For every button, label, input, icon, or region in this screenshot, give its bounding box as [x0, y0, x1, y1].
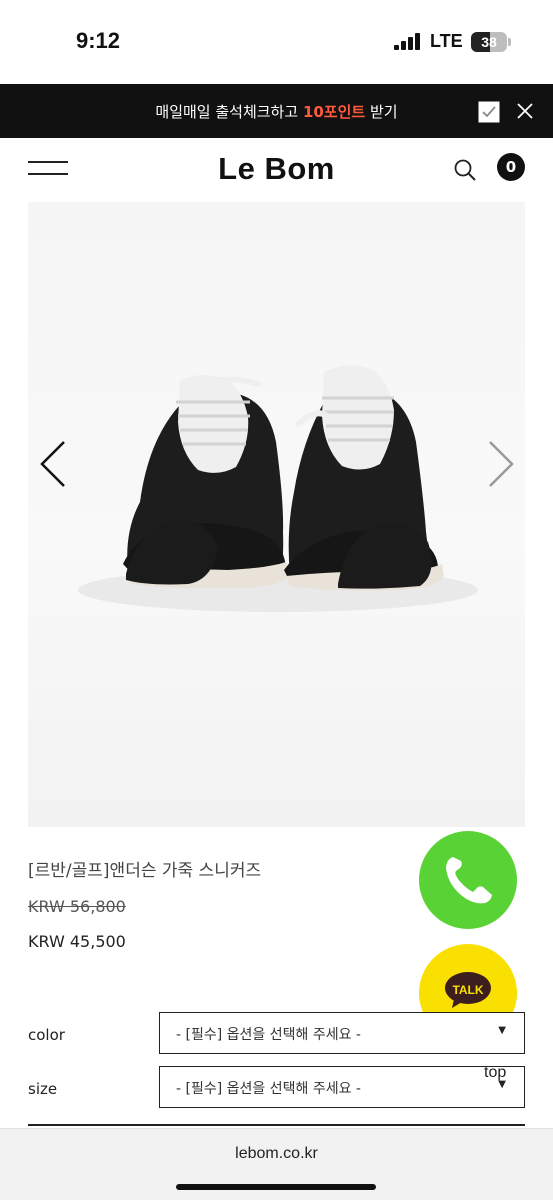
promo-text-after: 받기: [365, 103, 398, 121]
close-icon[interactable]: [515, 101, 535, 121]
battery-icon: 38: [471, 32, 507, 52]
promo-banner[interactable]: 매일매일 출석체크하고 10포인트 받기: [0, 84, 553, 138]
battery-level: 38: [481, 34, 497, 50]
chevron-right-icon[interactable]: [486, 440, 516, 488]
scroll-top-link[interactable]: top: [484, 1064, 506, 1082]
option-label-color: color: [28, 1026, 65, 1044]
signal-icon: [394, 33, 422, 50]
price-original: KRW 56,800: [28, 897, 126, 916]
network-label: LTE: [430, 31, 463, 51]
site-header: Le Bom 0: [0, 138, 553, 200]
search-icon[interactable]: [453, 158, 477, 182]
color-select[interactable]: - [필수] 옵션을 선택해 주세요 - ▼: [159, 1012, 525, 1054]
status-bar: 9:12 LTE 38: [0, 0, 553, 82]
size-select-value: - [필수] 옵션을 선택해 주세요 -: [176, 1081, 361, 1097]
option-label-size: size: [28, 1080, 58, 1098]
product-name: [르반/골프]앤더슨 가죽 스니커즈: [28, 861, 262, 881]
call-button[interactable]: [419, 831, 517, 929]
chevron-down-icon: ▼: [498, 1025, 506, 1036]
promo-highlight: 10포인트: [302, 103, 366, 121]
browser-address-bar[interactable]: lebom.co.kr: [0, 1128, 553, 1200]
cart-count-badge[interactable]: 0: [497, 153, 525, 181]
checkbox-icon[interactable]: [478, 101, 500, 123]
product-image-gallery[interactable]: [28, 202, 525, 827]
url-text[interactable]: lebom.co.kr: [0, 1145, 553, 1163]
price-sale: KRW 45,500: [28, 932, 126, 951]
kakao-talk-label: TALK: [452, 983, 484, 997]
promo-text[interactable]: 매일매일 출석체크하고 10포인트 받기: [0, 101, 553, 122]
size-select[interactable]: - [필수] 옵션을 선택해 주세요 - ▼: [159, 1066, 525, 1108]
phone-icon: [446, 857, 492, 904]
promo-text-before: 매일매일 출석체크하고: [155, 103, 303, 121]
chevron-left-icon[interactable]: [38, 440, 68, 488]
product-image: [78, 365, 478, 612]
status-time: 9:12: [76, 28, 121, 53]
divider: [28, 1124, 525, 1126]
color-select-value: - [필수] 옵션을 선택해 주세요 -: [176, 1027, 361, 1043]
home-indicator[interactable]: [176, 1184, 376, 1190]
